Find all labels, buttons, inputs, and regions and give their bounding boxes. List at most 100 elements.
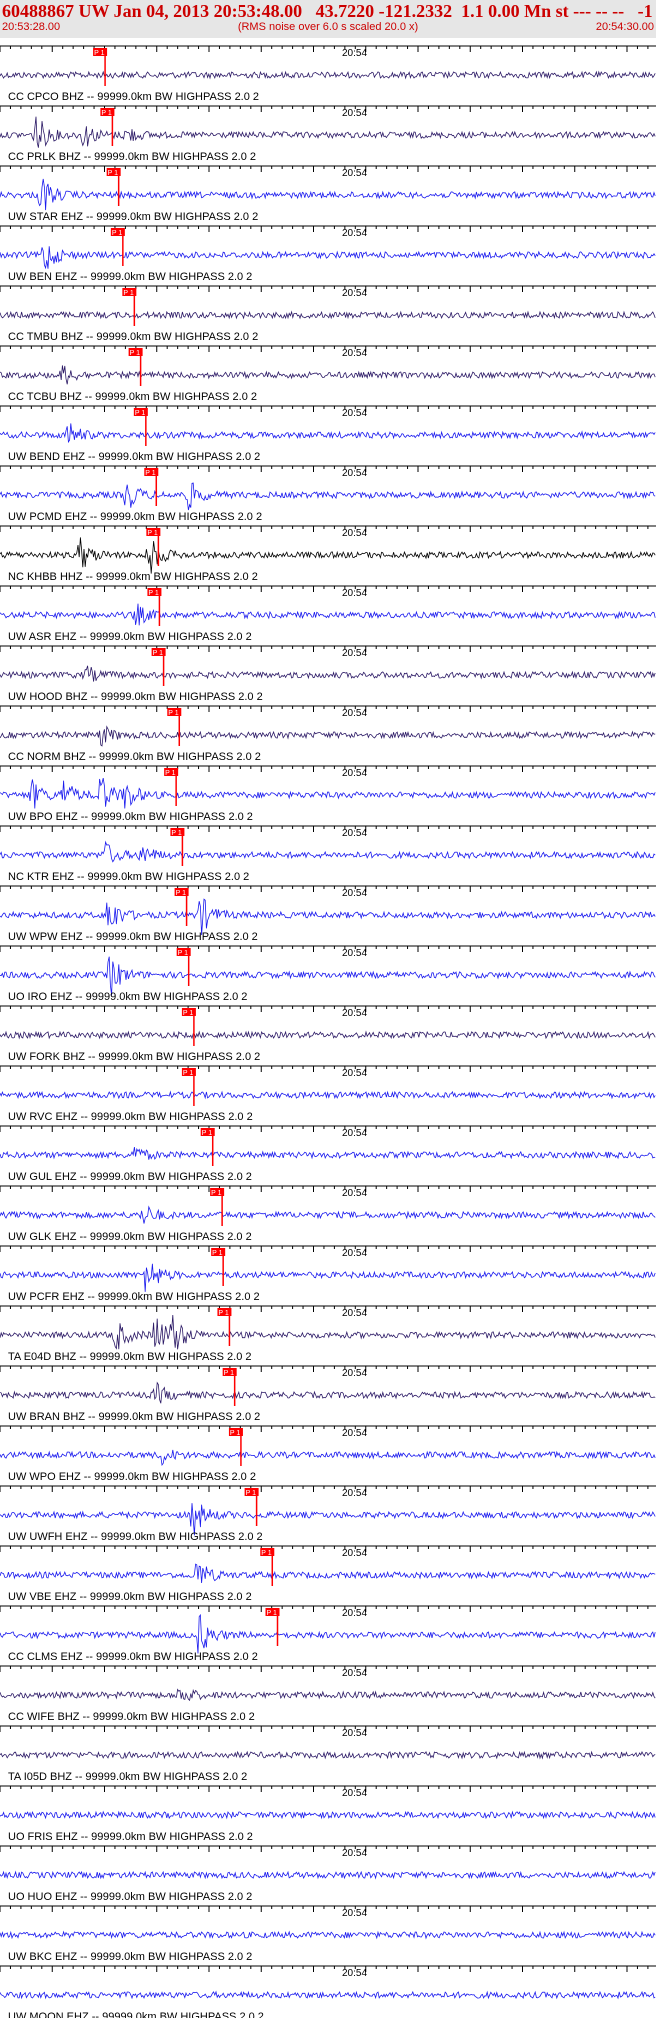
event-title: 60488867 UW Jan 04, 2013 20:53:48.00 43.…: [2, 1, 653, 21]
pick-label: P 1: [168, 710, 178, 717]
waveform-trace: [0, 603, 656, 626]
station-label: CC NORM BHZ -- 99999.0km BW HIGHPASS 2.0…: [8, 751, 261, 763]
pick-label: P 1: [153, 650, 163, 657]
station-label: TA E04D BHZ -- 99999.0km BW HIGHPASS 2.0…: [8, 1351, 252, 1363]
waveform-trace: [0, 1263, 656, 1292]
time-tick-label: 20:54: [342, 1308, 367, 1319]
station-label: CC TCBU BHZ -- 99999.0km BW HIGHPASS 2.0…: [8, 391, 257, 403]
station-label: UW STAR EHZ -- 99999.0km BW HIGHPASS 2.0…: [8, 211, 258, 223]
station-label: UW BRAN BHZ -- 99999.0km BW HIGHPASS 2.0…: [8, 1411, 260, 1423]
pick-label: P 1: [211, 1190, 221, 1197]
pick-label: P 1: [212, 1250, 222, 1257]
time-tick-label: 20:54: [342, 1608, 367, 1619]
waveform-trace: [0, 1750, 656, 1760]
station-label: UW VBE EHZ -- 99999.0km BW HIGHPASS 2.0 …: [8, 1591, 252, 1603]
time-tick-label: 20:54: [342, 528, 367, 539]
station-label: CC CPCO BHZ -- 99999.0km BW HIGHPASS 2.0…: [8, 91, 259, 103]
time-tick-label: 20:54: [342, 1668, 367, 1679]
time-tick-label: 20:54: [342, 1128, 367, 1139]
time-tick-label: 20:54: [342, 168, 367, 179]
pick-label: P 1: [135, 410, 145, 417]
waveform-trace: [0, 956, 656, 996]
waveform-trace: [0, 1613, 656, 1654]
pick-label: P 1: [108, 170, 118, 177]
time-tick-label: 20:54: [342, 228, 367, 239]
pick-label: P 1: [230, 1430, 240, 1437]
time-tick-label: 20:54: [342, 468, 367, 479]
pick-label: P 1: [183, 1070, 193, 1077]
time-tick-label: 20:54: [342, 1248, 367, 1259]
time-tick-label: 20:54: [342, 348, 367, 359]
waveform-trace: [0, 1090, 656, 1100]
waveform-trace: [0, 1147, 656, 1160]
station-label: UW MOON EHZ -- 99999.0km BW HIGHPASS 2.0…: [8, 2011, 264, 2018]
time-tick-label: 20:54: [342, 588, 367, 599]
waveform-trace: [0, 482, 656, 511]
station-label: UW BKC EHZ -- 99999.0km BW HIGHPASS 2.0 …: [8, 1951, 252, 1963]
waveform-trace: [0, 310, 656, 320]
waveform-trace: [0, 840, 656, 863]
waveform-trace: [0, 1930, 656, 1940]
station-label: UW BEND EHZ -- 99999.0km BW HIGHPASS 2.0…: [8, 451, 260, 463]
station-label: UW WPO EHZ -- 99999.0km BW HIGHPASS 2.0 …: [8, 1471, 256, 1483]
time-tick-label: 20:54: [342, 1548, 367, 1559]
time-tick-label: 20:54: [342, 828, 367, 839]
time-tick-label: 20:54: [342, 288, 367, 299]
time-tick-label: 20:54: [342, 1068, 367, 1079]
pick-label: P 1: [147, 530, 157, 537]
time-tick-label: 20:54: [342, 1848, 367, 1859]
pick-label: P 1: [165, 770, 175, 777]
waveform-trace: [0, 70, 656, 80]
station-label: CC CLMS EHZ -- 99999.0km BW HIGHPASS 2.0…: [8, 1651, 258, 1663]
time-tick-label: 20:54: [342, 1428, 367, 1439]
station-label: UW GLK EHZ -- 99999.0km BW HIGHPASS 2.0 …: [8, 1231, 252, 1243]
pick-label: P 1: [145, 470, 155, 477]
time-tick-label: 20:54: [342, 1008, 367, 1019]
end-time: 20:54:30.00: [595, 21, 654, 33]
station-label: NC KHBB HHZ -- 99999.0km BW HIGHPASS 2.0…: [8, 571, 258, 583]
waveform-trace: [0, 423, 656, 444]
time-tick-label: 20:54: [342, 1788, 367, 1799]
pick-label: P 1: [123, 290, 133, 297]
station-label: UW BPO EHZ -- 99999.0km BW HIGHPASS 2.0 …: [8, 811, 253, 823]
time-tick-label: 20:54: [342, 1188, 367, 1199]
waveform-trace: [0, 1030, 656, 1040]
station-label: CC WIFE BHZ -- 99999.0km BW HIGHPASS 2.0…: [8, 1711, 255, 1723]
pick-label: P 1: [171, 830, 181, 837]
station-label: CC TMBU BHZ -- 99999.0km BW HIGHPASS 2.0…: [8, 331, 258, 343]
pick-label: P 1: [246, 1490, 256, 1497]
station-label: UW PCMD EHZ -- 99999.0km BW HIGHPASS 2.0…: [8, 511, 262, 523]
pick-label: P 1: [176, 890, 186, 897]
pick-label: P 1: [224, 1370, 234, 1377]
station-label: UW RVC EHZ -- 99999.0km BW HIGHPASS 2.0 …: [8, 1111, 253, 1123]
pick-label: P 1: [261, 1550, 271, 1557]
station-label: UW GUL EHZ -- 99999.0km BW HIGHPASS 2.0 …: [8, 1171, 252, 1183]
time-tick-label: 20:54: [342, 48, 367, 59]
waveform-trace: [0, 725, 656, 747]
station-label: TA I05D BHZ -- 99999.0km BW HIGHPASS 2.0…: [8, 1771, 247, 1783]
station-label: CC PRLK BHZ -- 99999.0km BW HIGHPASS 2.0…: [8, 151, 256, 163]
waveform-trace: [0, 1381, 656, 1404]
waveform-trace: [0, 1688, 656, 1702]
time-tick-label: 20:54: [342, 708, 367, 719]
time-tick-label: 20:54: [342, 108, 367, 119]
waveform-trace: [0, 1563, 656, 1584]
pick-label: P 1: [101, 110, 111, 117]
waveform-trace: [0, 898, 656, 936]
waveform-trace: [0, 116, 656, 148]
station-label: UO IRO EHZ -- 99999.0km BW HIGHPASS 2.0 …: [8, 991, 247, 1003]
waveform-trace: [0, 1449, 656, 1467]
header-bar: 60488867 UW Jan 04, 2013 20:53:48.00 43.…: [0, 0, 656, 38]
noise-note: (RMS noise over 6.0 s scaled 20.0 x): [237, 21, 419, 33]
pick-label: P 1: [130, 350, 140, 357]
waveform-trace: [0, 1205, 656, 1224]
pick-label: P 1: [178, 950, 188, 957]
pick-label: P 1: [94, 50, 104, 57]
waveform-trace: [0, 365, 656, 385]
station-label: UW ASR EHZ -- 99999.0km BW HIGHPASS 2.0 …: [8, 631, 252, 643]
seismogram-plot: 20:54 P 1 CC CPCO BHZ -- 99999.0km BW HIGH…: [0, 45, 656, 2018]
station-label: NC KTR EHZ -- 99999.0km BW HIGHPASS 2.0 …: [8, 871, 249, 883]
time-tick-label: 20:54: [342, 408, 367, 419]
waveform-trace: [0, 665, 656, 682]
time-tick-label: 20:54: [342, 1908, 367, 1919]
